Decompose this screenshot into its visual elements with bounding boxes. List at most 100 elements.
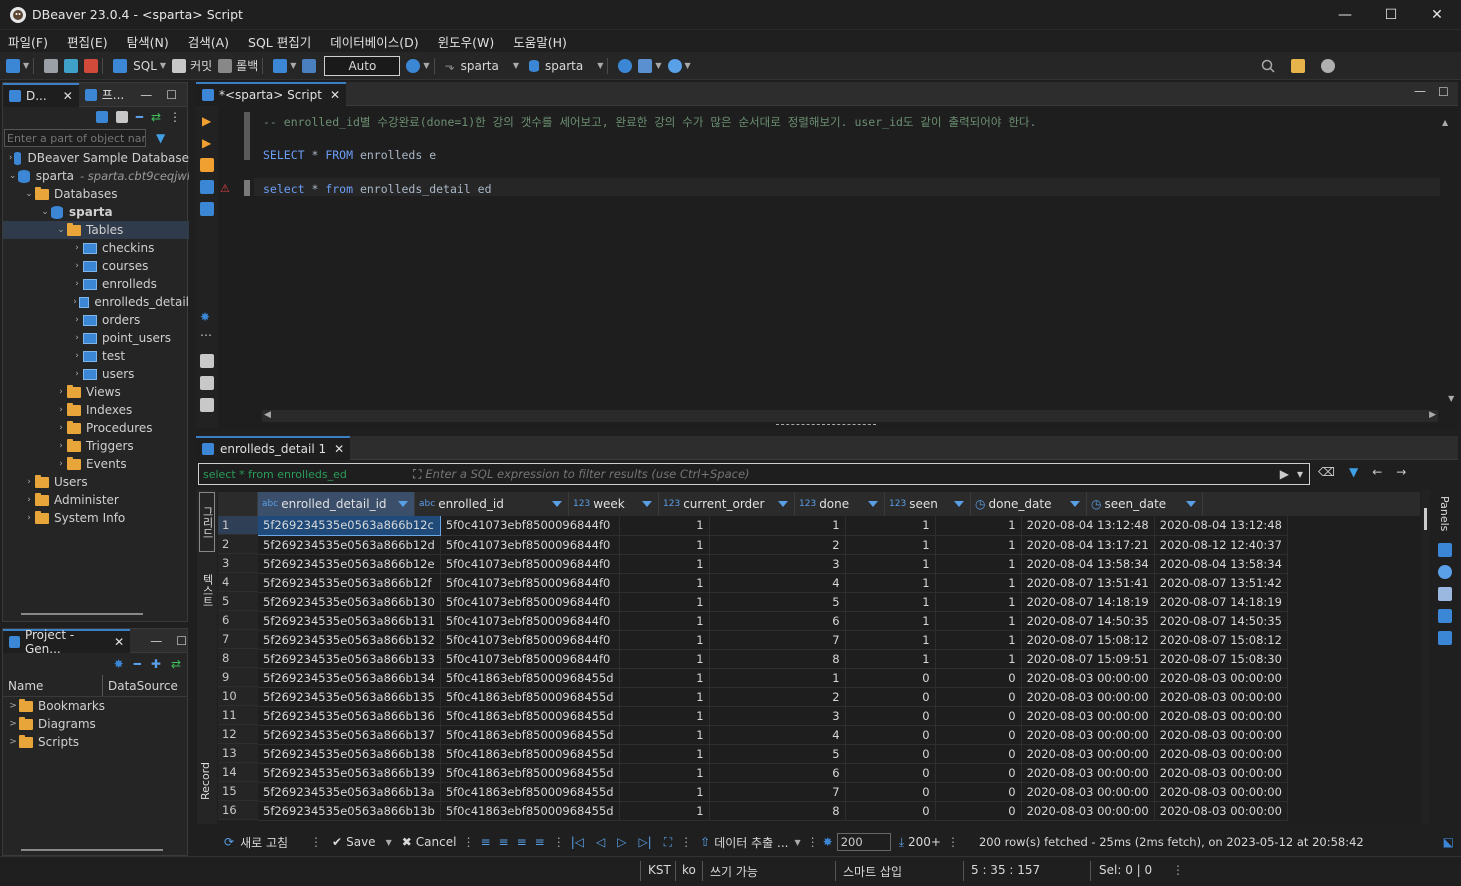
table-row[interactable]: 5f269234535e0563a866b134 5f0c41863ebf8500… xyxy=(258,668,1288,688)
tree-item-administer[interactable]: › Administer xyxy=(3,491,189,509)
editor-vertical-scrollbar[interactable]: ▲ ▼ xyxy=(1442,114,1454,404)
cell-week[interactable]: 1 xyxy=(619,630,710,650)
table-row[interactable]: 5f269234535e0563a866b13a 5f0c41863ebf8500… xyxy=(258,782,1288,802)
minimize-editor-icon[interactable]: — xyxy=(1414,84,1426,98)
invalidate-button[interactable] xyxy=(84,55,99,77)
table-row[interactable]: 5f269234535e0563a866b136 5f0c41863ebf8500… xyxy=(258,706,1288,726)
menu-navigate[interactable]: 탐색(N) xyxy=(119,32,180,51)
cell-done[interactable]: 0 xyxy=(845,763,936,783)
column-header-week[interactable]: 123 week xyxy=(569,492,659,516)
cell-seen-date[interactable]: 2020-08-03 00:00:00 xyxy=(1154,668,1288,688)
cell-seen[interactable]: 1 xyxy=(935,649,1022,669)
rollback-button[interactable]: 롤백 xyxy=(218,55,258,77)
cell-done-date[interactable]: 2020-08-03 00:00:00 xyxy=(1021,763,1155,783)
filter-icon[interactable]: ▼ xyxy=(1349,465,1358,479)
project-scrollbar[interactable] xyxy=(21,849,163,851)
table-row[interactable]: 5f269234535e0563a866b132 5f0c41073ebf8500… xyxy=(258,630,1288,650)
cell-seen[interactable]: 1 xyxy=(935,630,1022,650)
row-number[interactable]: 11 xyxy=(218,706,258,725)
cell-current-order[interactable]: 5 xyxy=(709,744,846,764)
add-row-icon[interactable]: ≡ xyxy=(499,835,509,849)
maximize-icon[interactable]: ☐ xyxy=(1368,0,1414,30)
cell-done[interactable]: 0 xyxy=(845,668,936,688)
minimize-icon[interactable]: — xyxy=(1322,0,1368,30)
tree-item-enrolleds-detail[interactable]: › enrolleds_detail xyxy=(3,293,189,311)
beaver-perspective-button[interactable] xyxy=(1320,55,1335,77)
column-header-enrolled-detail-id[interactable]: abc enrolled_detail_id xyxy=(258,492,415,516)
row-number[interactable]: 2 xyxy=(218,535,258,554)
cell-done-date[interactable]: 2020-08-07 14:18:19 xyxy=(1021,592,1155,612)
tab-sparta-script[interactable]: *<sparta> Script ✕ xyxy=(196,82,347,106)
metadata-panel-icon[interactable] xyxy=(1438,565,1452,580)
column-name-header[interactable]: Name xyxy=(3,675,103,696)
sort-caret-icon[interactable] xyxy=(398,501,408,507)
table-row[interactable]: 5f269234535e0563a866b135 5f0c41863ebf8500… xyxy=(258,687,1288,707)
settings-gear-icon[interactable]: ✸ xyxy=(823,835,833,849)
tx-mode-field[interactable]: Auto xyxy=(324,55,401,76)
link-icon[interactable]: ⇄ xyxy=(171,657,181,671)
cell-current-order[interactable]: 6 xyxy=(709,763,846,783)
row-number[interactable]: 10 xyxy=(218,687,258,706)
cell-current-order[interactable]: 4 xyxy=(709,573,846,593)
tree-item-enrolleds[interactable]: › enrolleds xyxy=(3,275,189,293)
cancel-button[interactable]: Cancel xyxy=(416,835,457,849)
schema-selector[interactable]: sparta ▼ xyxy=(528,55,603,77)
new-folder-icon[interactable] xyxy=(115,111,128,123)
cell-week[interactable]: 1 xyxy=(619,763,710,783)
maximize-panel-icon[interactable]: ☐ xyxy=(166,88,177,102)
close-icon[interactable]: ✕ xyxy=(334,442,344,456)
cell-done-date[interactable]: 2020-08-03 00:00:00 xyxy=(1021,782,1155,802)
delete-row-icon[interactable]: ≡ xyxy=(535,835,545,849)
cell-seen[interactable]: 0 xyxy=(935,706,1022,726)
cell-current-order[interactable]: 8 xyxy=(709,649,846,669)
table-row[interactable]: 5f269234535e0563a866b137 5f0c41863ebf8500… xyxy=(258,725,1288,745)
tree-item-events[interactable]: › Events xyxy=(3,455,189,473)
cell-done-date[interactable]: 2020-08-04 13:12:48 xyxy=(1021,516,1155,536)
cell-done-date[interactable]: 2020-08-03 00:00:00 xyxy=(1021,706,1155,726)
refresh-button[interactable]: 새로 고침 xyxy=(240,834,288,851)
more-icon[interactable]: ⋯ xyxy=(200,328,212,342)
cell-done[interactable]: 1 xyxy=(845,611,936,631)
eraser-icon[interactable]: ⌫ xyxy=(1318,465,1335,479)
cell-enrolled-detail-id[interactable]: 5f269234535e0563a866b130 xyxy=(258,592,441,612)
expand-arrow-icon[interactable]: ⌄ xyxy=(23,189,35,199)
cell-seen[interactable]: 1 xyxy=(935,592,1022,612)
collapse-arrow-icon[interactable]: › xyxy=(55,441,67,451)
menu-sql-editor[interactable]: SQL 편집기 xyxy=(240,32,322,51)
cell-week[interactable]: 1 xyxy=(619,801,710,821)
cell-seen-date[interactable]: 2020-08-07 14:50:35 xyxy=(1154,611,1288,631)
table-row[interactable]: 5f269234535e0563a866b131 5f0c41073ebf8500… xyxy=(258,611,1288,631)
sort-caret-icon[interactable] xyxy=(642,501,652,507)
filter-input[interactable] xyxy=(425,465,1280,483)
cell-done-date[interactable]: 2020-08-07 15:08:12 xyxy=(1021,630,1155,650)
datasource-selector[interactable]: ⬎ sparta ▼ xyxy=(445,55,519,77)
column-header-done-date[interactable]: ◷ done_date xyxy=(971,492,1087,516)
search-button[interactable] xyxy=(1261,55,1275,77)
tab-results[interactable]: enrolleds_detail 1 ✕ xyxy=(196,436,351,460)
grid-vertical-scrollbar[interactable] xyxy=(1422,490,1430,824)
project-item-bookmarks[interactable]: > Bookmarks xyxy=(3,697,189,715)
table-row[interactable]: 5f269234535e0563a866b12c 5f0c41073ebf8500… xyxy=(258,516,1288,536)
cell-done[interactable]: 0 xyxy=(845,687,936,707)
collapse-arrow-icon[interactable]: › xyxy=(55,423,67,433)
cell-enrolled-detail-id[interactable]: 5f269234535e0563a866b134 xyxy=(258,668,441,688)
collapse-icon[interactable]: ━ xyxy=(134,657,141,671)
cell-done-date[interactable]: 2020-08-07 15:09:51 xyxy=(1021,649,1155,669)
link-editor-icon[interactable]: ⇄ xyxy=(151,110,161,124)
table-row[interactable]: 5f269234535e0563a866b12d 5f0c41073ebf8500… xyxy=(258,535,1288,555)
row-number[interactable]: 1 xyxy=(218,516,258,535)
grid-view-button[interactable]: 그리드 xyxy=(199,492,215,552)
back-icon[interactable]: ← xyxy=(1372,465,1382,479)
open-script-icon[interactable] xyxy=(200,376,214,390)
results-grid[interactable]: 5f269234535e0563a866b12c 5f0c41073ebf8500… xyxy=(258,516,1420,826)
sql-editor[interactable]: ▶ ▶ ✸ ⋯ ⚠ -- enrolled_id별 수강완료(done=1)한 … xyxy=(196,106,1458,428)
cell-done[interactable]: 0 xyxy=(845,744,936,764)
maximize-panel-icon[interactable]: ☐ xyxy=(176,634,187,648)
collapse-arrow-icon[interactable]: › xyxy=(55,387,67,397)
row-number[interactable]: 14 xyxy=(218,763,258,782)
refs-panel-icon[interactable] xyxy=(1438,631,1452,646)
cell-done-date[interactable]: 2020-08-03 00:00:00 xyxy=(1021,725,1155,745)
expand-icon[interactable]: ✚ xyxy=(151,657,161,671)
collapse-arrow-icon[interactable]: › xyxy=(71,369,83,379)
lock-button[interactable] xyxy=(302,55,317,77)
